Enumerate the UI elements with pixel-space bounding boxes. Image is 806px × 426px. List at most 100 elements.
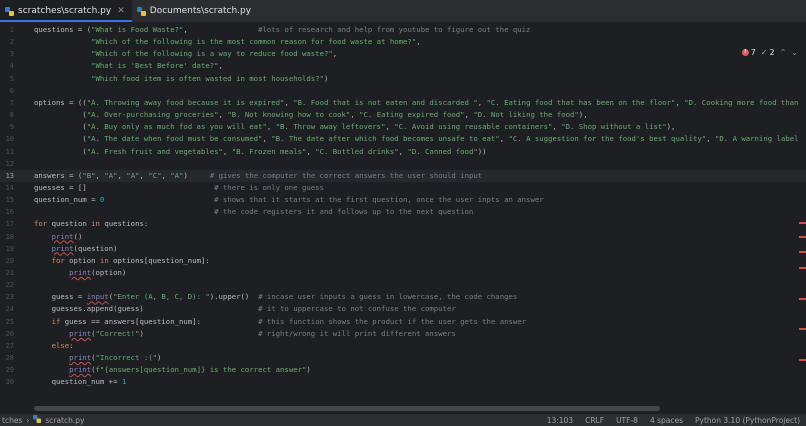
tab-scratches-scratch-py[interactable]: scratches\scratch.py ✕: [0, 0, 132, 22]
line-number: 9: [9, 123, 14, 132]
error-marker[interactable]: [799, 328, 806, 330]
line-number: 30: [5, 378, 14, 387]
error-marker[interactable]: [799, 298, 806, 300]
code-line[interactable]: 29 print(f"{answers[question_num]} is th…: [0, 364, 806, 376]
error-marker[interactable]: [799, 236, 806, 238]
code-text: ("A. Over-purchasing groceries", "B. Not…: [34, 110, 588, 120]
code-text: answers = ("B", "A", "A", "C", "A") # gi…: [34, 170, 483, 180]
code-line[interactable]: 2 "Which of the following is the most co…: [0, 36, 806, 48]
error-marker[interactable]: [799, 267, 806, 269]
code-text: guesses.append(guess) # it to uppercase …: [34, 304, 456, 314]
code-text: else:: [51, 340, 74, 350]
code-line[interactable]: 28 print("Incorrect :("): [0, 352, 806, 364]
code-line[interactable]: 6: [0, 85, 806, 97]
line-number: 5: [9, 74, 14, 83]
code-text: "Which food item is often wasted in most…: [91, 73, 329, 83]
code-line[interactable]: 3 "Which of the following is a way to re…: [0, 48, 806, 60]
breadcrumb-project[interactable]: tches: [2, 416, 22, 425]
line-number: 19: [5, 244, 14, 253]
code-text: if guess == answers[question_num]: # thi…: [51, 316, 527, 326]
code-text: print("Incorrect :("): [69, 353, 162, 363]
chevron-down-icon[interactable]: ⌄: [791, 48, 798, 57]
code-line[interactable]: 21 print(option): [0, 267, 806, 279]
code-line[interactable]: 23 guess = input("Enter (A, B, C, D): ")…: [0, 291, 806, 303]
code-line[interactable]: 19 print(question): [0, 243, 806, 255]
code-line[interactable]: 1 questions = ("What is Food Waste?", #lo…: [0, 24, 806, 36]
line-number: 18: [5, 232, 14, 241]
code-line[interactable]: 24 guesses.append(guess) # it to upperca…: [0, 303, 806, 315]
code-line[interactable]: 7 options = (("A. Throwing away food beca…: [0, 97, 806, 109]
code-line[interactable]: 15 question_num = 0 # shows that it start…: [0, 194, 806, 206]
error-marker[interactable]: [799, 359, 806, 361]
line-number: 15: [5, 196, 14, 205]
error-marker[interactable]: [799, 251, 806, 253]
line-number: 20: [5, 256, 14, 265]
code-line[interactable]: 8 ("A. Over-purchasing groceries", "B. N…: [0, 109, 806, 121]
line-number: 2: [9, 38, 14, 47]
code-line[interactable]: 17 for question in questions:: [0, 218, 806, 230]
line-number: 1: [9, 26, 14, 34]
code-text: for question in questions:: [34, 219, 149, 229]
code-line[interactable]: 26 print("Correct!") # right/wrong it wi…: [0, 328, 806, 340]
close-icon[interactable]: ✕: [117, 6, 125, 16]
code-line[interactable]: 20 for option in options[question_num]:: [0, 255, 806, 267]
inspection-widget[interactable]: ! 7 ✓ 2 ⌃ ⌄: [739, 48, 800, 57]
code-line[interactable]: 27 else:: [0, 340, 806, 352]
tab-documents-scratch-py[interactable]: Documents\scratch.py: [132, 0, 258, 22]
file-encoding[interactable]: UTF-8: [616, 416, 638, 425]
code-line[interactable]: 4 "What is 'Best Before' date?",: [0, 60, 806, 72]
code-line[interactable]: 16 # the code registers it and follows u…: [0, 206, 806, 218]
code-line[interactable]: 11 ("A. Fresh fruit and vegetables", "B.…: [0, 146, 806, 158]
line-ending[interactable]: CRLF: [585, 416, 604, 425]
error-count: 7: [750, 48, 756, 57]
code-text: "What is 'Best Before' date?",: [91, 61, 223, 71]
code-line[interactable]: 13 answers = ("B", "A", "A", "C", "A") # …: [0, 169, 806, 182]
line-number: 3: [9, 50, 14, 59]
code-text: guess = input("Enter (A, B, C, D): ").up…: [34, 292, 518, 302]
code-line[interactable]: 10 ("A. The date when food must be consu…: [0, 133, 806, 145]
code-line[interactable]: 9 ("A. Buy only as much fod as you will …: [0, 121, 806, 133]
code-line[interactable]: 14 guesses = [] # there is only one guess: [0, 182, 806, 194]
line-number: 4: [9, 62, 14, 71]
line-number: 7: [9, 98, 14, 107]
code-line[interactable]: 30 question_num += 1: [0, 376, 806, 388]
code-line[interactable]: 22: [0, 279, 806, 291]
code-line[interactable]: 25 if guess == answers[question_num]: # …: [0, 316, 806, 328]
line-number: 14: [5, 183, 14, 192]
line-number: 17: [5, 220, 14, 229]
python-file-icon: [33, 415, 42, 425]
chevron-right-icon: ›: [26, 415, 30, 425]
horizontal-scrollbar[interactable]: [34, 406, 660, 411]
code-line[interactable]: 12: [0, 158, 806, 170]
caret-position[interactable]: 13:103: [547, 416, 573, 425]
error-marker[interactable]: [799, 222, 806, 224]
code-text: print(option): [69, 268, 127, 277]
code-line[interactable]: 5 "Which food item is often wasted in mo…: [0, 73, 806, 85]
code-line[interactable]: 18 print(): [0, 231, 806, 243]
status-bar: tches › scratch.py 13:103 CRLF UTF-8 4 s…: [0, 413, 806, 426]
line-number: 12: [5, 159, 14, 168]
line-number: 16: [5, 208, 14, 217]
indent-setting[interactable]: 4 spaces: [650, 416, 683, 425]
code-text: questions = ("What is Food Waste?", #lot…: [34, 25, 531, 34]
line-number: 11: [5, 147, 14, 156]
python-file-icon: [136, 6, 146, 16]
code-text: # the code registers it and follows up t…: [214, 207, 474, 217]
warning-icon: ✓ 2: [760, 48, 775, 57]
code-text: print(f"{answers[question_num]} is the c…: [69, 365, 311, 375]
code-editor[interactable]: 1 questions = ("What is Food Waste?", #lo…: [0, 23, 806, 410]
python-interpreter[interactable]: Python 3.10 (PythonProject): [695, 416, 800, 425]
breadcrumb-file[interactable]: scratch.py: [45, 416, 84, 425]
code-text: guesses = [] # there is only one guess: [34, 182, 324, 192]
code-text: "Which of the following is the most comm…: [91, 37, 421, 47]
line-number: 26: [5, 329, 14, 338]
chevron-up-icon[interactable]: ⌃: [780, 48, 787, 57]
editor-tab-bar: scratches\scratch.py ✕ Documents\scratch…: [0, 0, 806, 23]
line-number: 23: [5, 293, 14, 302]
line-number: 22: [5, 281, 14, 290]
code-text: ("A. Buy only as much fod as you will ea…: [34, 122, 676, 132]
code-text: ("A. The date when food must be consumed…: [34, 134, 799, 144]
code-text: print(): [51, 231, 83, 241]
line-number: 24: [5, 305, 14, 314]
line-number: 8: [9, 111, 14, 120]
